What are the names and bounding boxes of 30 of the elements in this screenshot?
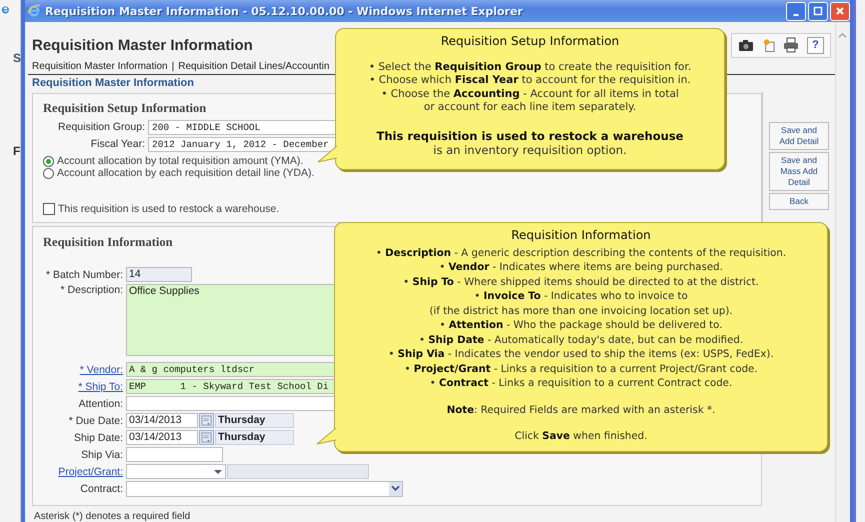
checkbox-label: This requisition is used to restock a warehouse. [58, 203, 280, 215]
field-label: * Description: [60, 284, 124, 296]
page-title: Requisition Master Information [32, 36, 253, 54]
window-title: Requisition Master Information - 05.12.10.00.00 - Windows Internet Explorer [45, 4, 523, 18]
panel-title: Requisition Information [43, 235, 173, 251]
window-text: S [13, 51, 22, 65]
field-label: * Batch Number: [44, 268, 124, 280]
section-heading: Requisition Master Information [31, 76, 195, 91]
panel-title: Requisition Setup Information [43, 101, 206, 117]
callout-text: • Select the Requisition Group to create the requisition for. • Choose which Fiscal Year to account for the requisition in. • Choose the Accounting - Account for all items in total or account for each line item separately. [368, 60, 692, 114]
callout-title: Requisition Setup Information [440, 35, 620, 48]
radio-label: Account allocation by total requisition amount (YMA). [57, 155, 304, 167]
callout-text: Note: Required Fields are marked with an asterisk *. [446, 404, 716, 418]
window-text: F [13, 144, 20, 158]
field-label: Fiscal Year: [90, 138, 146, 150]
field-label: Requisition Group: [57, 121, 146, 133]
field-label: Ship Date: [72, 432, 124, 444]
footnote: Asterisk (*) denotes a required field [33, 510, 192, 522]
field-label: * Due Date: [68, 414, 124, 426]
callout-text: Click Save when finished. [514, 430, 648, 444]
day-display: Thursday [215, 413, 294, 428]
radio-label: Account allocation by each requisition detail line (YDA). [57, 167, 314, 179]
field-label: Attention: [78, 398, 124, 410]
field-label: Contract: [79, 482, 124, 494]
day-display: Thursday [215, 430, 294, 445]
callout-text: • Description - A generic description describing the contents of the requisition. • Vendor - Indicates where items are being purchased. • Ship To - Where shipped items should be directed to at the district. • Invoice To - Indicates who to invoice to (if the district has more than one invoicing location set up). • Attention - Who the package should be delivered to. • Ship Date - Automatically today's date, but can be modified. • Ship Via - Indicates the vendor used to ship the items (ex: USPS, FedEx). • Project/Grant - Links a requisition to a current Project/Grant code. • Contract - Links a requisition to a current Contract code. [374, 246, 788, 391]
callout-text: This requisition is used to restock a warehouse is an inventory requisition option. [376, 128, 684, 156]
nav-separator: | [172, 61, 174, 72]
callout-title: Requisition Information [510, 228, 652, 242]
field-label: Ship Via: [80, 448, 124, 460]
